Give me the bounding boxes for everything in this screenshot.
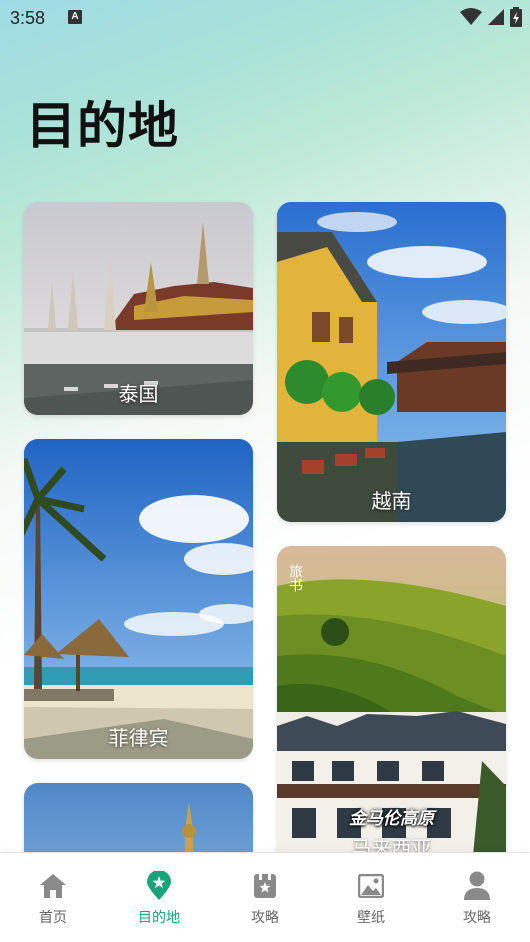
status-icons	[460, 7, 522, 27]
destination-name: 菲律宾	[108, 726, 169, 750]
nav-label: 目的地	[138, 910, 180, 926]
nav-guide[interactable]: 攻略	[212, 853, 318, 942]
wallpaper-icon	[356, 871, 386, 901]
destination-card-malaysia[interactable]: 旅书 金马伦高原 马来西亚	[277, 546, 506, 866]
nav-label: 首页	[39, 910, 67, 926]
signal-icon	[488, 9, 504, 25]
nav-label: 攻略	[251, 910, 279, 926]
battery-icon	[510, 7, 522, 27]
notification-a-icon: A	[68, 10, 82, 24]
destination-name: 泰国	[118, 382, 159, 406]
nav-label: 攻略	[463, 910, 491, 926]
location-pin-icon	[144, 871, 174, 901]
nav-home[interactable]: 首页	[0, 853, 106, 942]
profile-icon	[462, 871, 492, 901]
page-title: 目的地	[26, 97, 179, 155]
destination-card-thailand[interactable]: 泰国	[24, 202, 253, 415]
home-icon	[38, 871, 68, 901]
destination-name: 越南	[371, 489, 412, 513]
nav-profile[interactable]: 攻略	[424, 853, 530, 942]
wifi-icon	[460, 8, 482, 25]
destination-card-vietnam[interactable]: 越南	[277, 202, 506, 522]
nav-wallpaper[interactable]: 壁纸	[318, 853, 424, 942]
image-caption: 金马伦高原	[349, 809, 434, 829]
bottom-navigation: 首页 目的地 攻略 壁纸 攻略	[0, 852, 530, 942]
guide-book-icon	[250, 871, 280, 901]
nav-label: 壁纸	[357, 910, 385, 926]
nav-destination[interactable]: 目的地	[106, 853, 212, 942]
status-bar: 3:58 A	[0, 0, 530, 36]
watermark-text: 旅书	[287, 564, 303, 592]
vietnam-hoi-an-image	[277, 202, 506, 522]
status-time: 3:58	[10, 8, 46, 28]
destination-card-philippines[interactable]: 菲律宾	[24, 439, 253, 759]
philippines-beach-image	[24, 439, 253, 759]
